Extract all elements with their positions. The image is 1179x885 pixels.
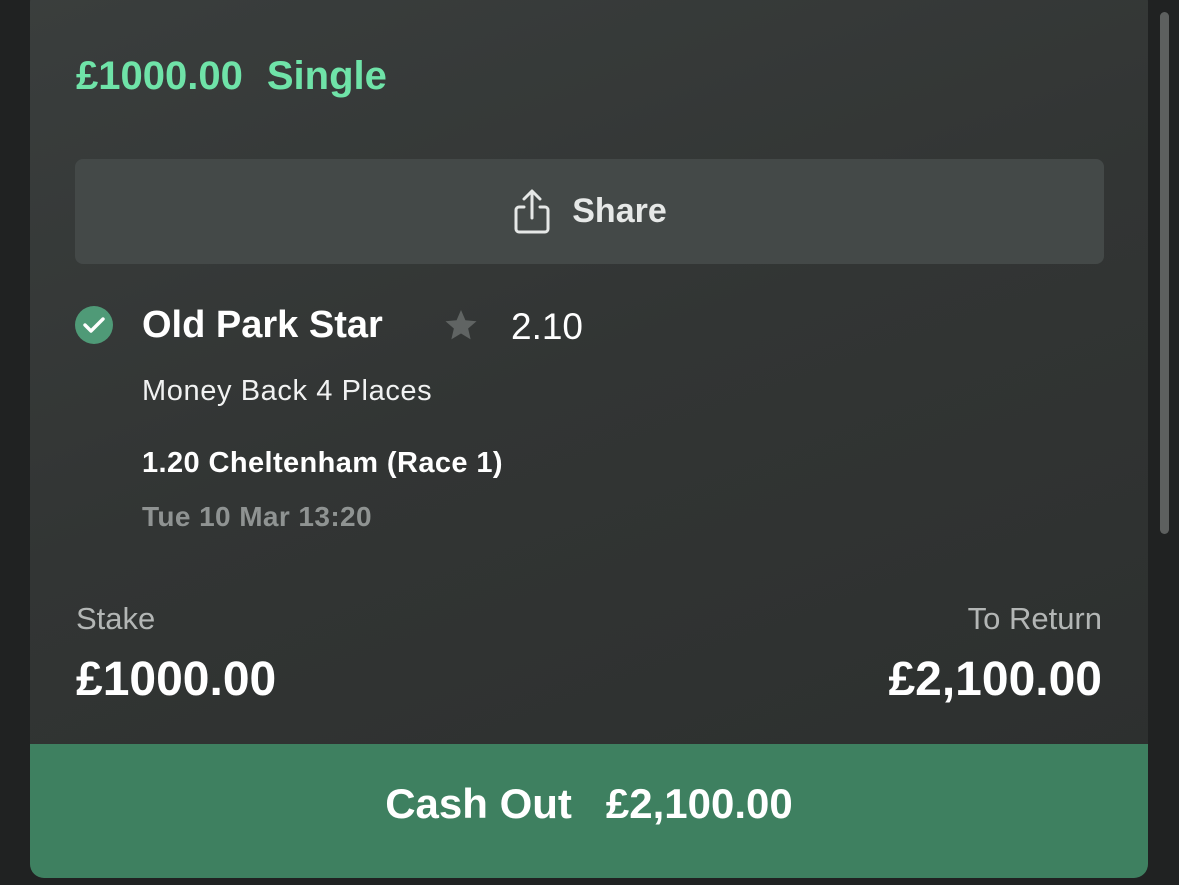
scrollbar[interactable] <box>1160 12 1169 534</box>
share-label: Share <box>572 192 667 230</box>
event-name: 1.20 Cheltenham (Race 1) <box>142 447 503 479</box>
check-circle-icon <box>75 306 113 344</box>
return-value: £2,100.00 <box>888 653 1102 706</box>
cash-out-value: £2,100.00 <box>605 780 793 827</box>
share-button[interactable]: Share <box>75 159 1104 264</box>
stake-value: £1000.00 <box>76 653 277 706</box>
bet-title: £1000.00 Single <box>76 54 411 99</box>
return-label: To Return <box>967 601 1102 636</box>
share-icon <box>514 189 550 233</box>
bet-card: £1000.00 Single Share Old Park Star 2.10 … <box>30 0 1148 878</box>
cash-out-label: Cash Out <box>385 780 572 827</box>
market-name: Money Back 4 Places <box>142 375 433 407</box>
star-icon[interactable] <box>442 306 480 344</box>
selection-odds: 2.10 <box>511 306 584 347</box>
event-datetime: Tue 10 Mar 13:20 <box>142 501 372 532</box>
stake-label: Stake <box>76 601 156 636</box>
bet-amount: £1000.00 <box>76 54 243 98</box>
cash-out-button[interactable]: Cash Out £2,100.00 <box>30 744 1148 878</box>
bet-type: Single <box>266 54 387 98</box>
selection-name: Old Park Star <box>142 304 383 346</box>
